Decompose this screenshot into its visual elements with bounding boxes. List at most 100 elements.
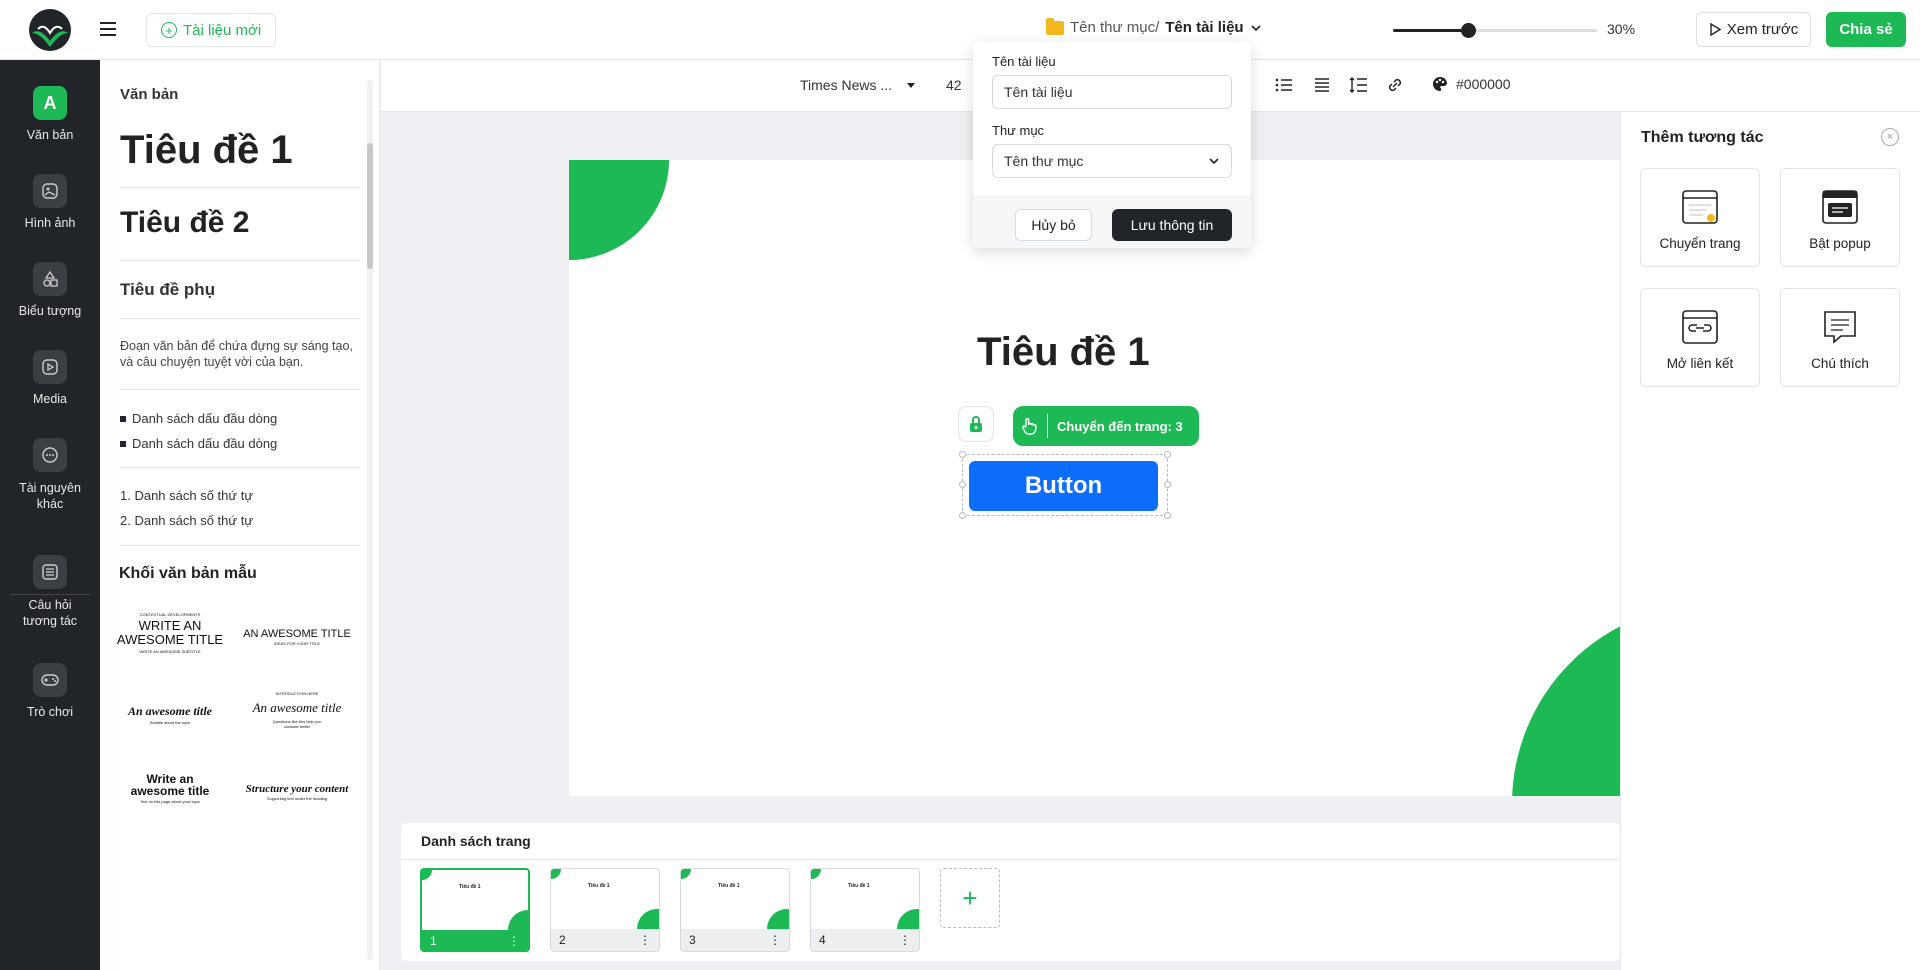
resize-handle[interactable] <box>959 481 966 488</box>
more-options-icon[interactable]: ⋮ <box>769 933 781 947</box>
template-post: Text on this page about your topic <box>140 799 200 804</box>
divider <box>120 389 360 390</box>
interaction-card-page-jump[interactable]: Chuyển trang <box>1640 168 1760 267</box>
bullet-list-preset[interactable]: Danh sách dấu đầu dòng <box>120 411 277 426</box>
plus-circle-icon: + <box>161 22 177 38</box>
subtitle-preset[interactable]: Tiêu đề phụ <box>120 280 215 300</box>
page-list: Danh sách trang Tiêu đề 1 1 ⋮ Tiêu đề 1 2… <box>401 823 1620 961</box>
thumb-footer: 4 ⋮ <box>811 929 919 951</box>
more-options-icon[interactable]: ⋮ <box>639 933 651 947</box>
cancel-button[interactable]: Hủy bỏ <box>1015 209 1092 241</box>
bullet-text: Danh sách dấu đầu dòng <box>132 436 278 451</box>
nav-item-more-resources[interactable]: Tài nguyên khác <box>0 438 100 512</box>
page-thumbnail[interactable]: Tiêu đề 1 4 ⋮ <box>810 868 920 952</box>
text-panel: Văn bản Tiêu đề 1 Tiêu đề 2 Tiêu đề phụ … <box>100 60 380 970</box>
font-name: Times News ... <box>800 77 893 93</box>
nav-item-label: Câu hỏi tương tác <box>22 598 78 628</box>
doc-name-value: Tên tài liệu <box>1004 84 1073 100</box>
save-button[interactable]: Lưu thông tin <box>1112 209 1232 241</box>
nav-item-label: Hình ảnh <box>24 216 76 230</box>
resize-handle[interactable] <box>1164 481 1171 488</box>
nav-item-media[interactable]: Media <box>0 350 100 406</box>
page-number: 2 <box>559 933 566 947</box>
lock-button[interactable] <box>958 406 994 442</box>
bullet-list-preset[interactable]: Danh sách dấu đầu dòng <box>120 436 277 451</box>
thumb-title: Tiêu đề 1 <box>718 883 740 889</box>
thumb-decor <box>422 870 432 880</box>
nav-item-quiz[interactable]: Câu hỏi tương tác <box>0 555 100 629</box>
nav-item-label: Trò chơi <box>27 705 73 719</box>
template-pre: CONTEXTUAL DEVELOPMENTS <box>139 612 201 617</box>
link-icon[interactable] <box>1385 76 1405 94</box>
resize-handle[interactable] <box>1164 512 1171 519</box>
slide-title[interactable]: Tiêu đề 1 <box>977 330 1150 375</box>
resize-handle[interactable] <box>959 512 966 519</box>
palette-icon <box>1433 76 1447 91</box>
interaction-card-open-link[interactable]: Mở liên kết <box>1640 288 1760 387</box>
more-options-icon[interactable]: ⋮ <box>508 934 520 948</box>
more-options-icon[interactable]: ⋮ <box>899 933 911 947</box>
resize-handle[interactable] <box>1164 451 1171 458</box>
heading-1-preset[interactable]: Tiêu đề 1 <box>120 128 293 173</box>
gamepad-icon <box>33 663 67 697</box>
zoom-slider[interactable] <box>1393 20 1597 40</box>
paragraph-preset[interactable]: Đoạn văn bản để chứa đựng sự sáng tạo, v… <box>120 338 360 370</box>
heading-2-preset[interactable]: Tiêu đề 2 <box>120 206 250 240</box>
page-thumbnail[interactable]: Tiêu đề 1 1 ⋮ <box>420 868 530 952</box>
page-thumbnail[interactable]: Tiêu đề 1 2 ⋮ <box>550 868 660 952</box>
page-thumbnail[interactable]: Tiêu đề 1 3 ⋮ <box>680 868 790 952</box>
nav-item-icons[interactable]: Biểu tượng <box>0 262 100 318</box>
interaction-panel: Thêm tương tác × Chuyển trang Bật popup … <box>1620 112 1920 970</box>
menu-icon[interactable] <box>98 20 118 38</box>
font-select[interactable]: Times News ... <box>800 77 916 93</box>
page-list-title: Danh sách trang <box>421 833 531 849</box>
thumb-title: Tiêu đề 1 <box>588 883 610 889</box>
template-post: Questions like this help you consider be… <box>272 719 322 729</box>
card-label: Chú thích <box>1811 356 1869 371</box>
nav-item-games[interactable]: Trò chơi <box>0 663 100 719</box>
thumb-decor <box>551 869 561 879</box>
nav-item-text[interactable]: A Văn bản <box>0 86 100 142</box>
new-document-button[interactable]: + Tài liệu mới <box>146 13 277 47</box>
text-template-2[interactable]: AN AWESOME TITLE IDEAS FOR YOUR TITLE <box>241 628 353 646</box>
numbered-list-preset[interactable]: 2. Danh sách số thứ tự <box>120 513 253 528</box>
template-main: Structure your content <box>245 783 349 795</box>
bullet-icon <box>120 415 126 422</box>
folder-select[interactable]: Tên thư mục <box>992 144 1232 178</box>
line-spacing-icon[interactable] <box>1349 76 1369 94</box>
breadcrumb[interactable]: Tên thư mục/ Tên tài liệu <box>1046 17 1262 36</box>
text-template-5[interactable]: Write an awesome title Text on this page… <box>115 773 225 804</box>
numbered-list-preset[interactable]: 1. Danh sách số thứ tự <box>120 488 253 503</box>
new-document-label: Tài liệu mới <box>183 21 262 39</box>
preview-button[interactable]: Xem trước <box>1696 12 1811 47</box>
text-color-picker[interactable]: #000000 <box>1432 76 1511 92</box>
interaction-badge[interactable]: Chuyển đến trang: 3 <box>1013 406 1199 446</box>
close-icon[interactable]: × <box>1881 128 1899 146</box>
zoom-knob[interactable] <box>1461 23 1476 38</box>
interaction-card-popup[interactable]: Bật popup <box>1780 168 1900 267</box>
nav-item-label: Tài nguyên khác <box>19 481 81 511</box>
add-page-button[interactable]: + <box>940 868 1000 928</box>
nav-item-images[interactable]: Hình ảnh <box>0 174 100 230</box>
hand-pointer-icon <box>1013 416 1047 436</box>
resize-handle[interactable] <box>959 451 966 458</box>
text-template-6[interactable]: Structure your content Supporting text u… <box>241 783 353 801</box>
bullet-list-icon[interactable] <box>1274 76 1294 94</box>
slide-canvas[interactable]: Tiêu đề 1 Chuyển đến trang: 3 Button <box>569 160 1629 796</box>
text-icon: A <box>33 86 67 120</box>
panel-scroll-thumb[interactable] <box>367 143 373 269</box>
doc-name-input[interactable]: Tên tài liệu <box>992 75 1232 109</box>
share-button[interactable]: Chia sẻ <box>1826 12 1906 47</box>
font-size[interactable]: 42 <box>946 77 962 93</box>
interaction-badge-label: Chuyển đến trang: 3 <box>1057 418 1183 434</box>
text-template-4[interactable]: INTRODUCTION HERE An awesome title Quest… <box>241 691 353 729</box>
interaction-card-annotation[interactable]: Chú thích <box>1780 288 1900 387</box>
text-template-3[interactable]: An awesome title Subtitle about the topi… <box>115 704 225 725</box>
text-template-1[interactable]: CONTEXTUAL DEVELOPMENTS WRITE AN AWESOME… <box>115 612 225 654</box>
decor-circle-bottom-right <box>1512 604 1629 796</box>
template-main: An awesome title <box>128 704 212 718</box>
top-bar: + Tài liệu mới Tên thư mục/ Tên tài liệu… <box>0 0 1920 60</box>
slide-button[interactable]: Button <box>969 461 1158 511</box>
align-justify-icon[interactable] <box>1312 76 1332 94</box>
logo-icon[interactable] <box>24 9 76 51</box>
